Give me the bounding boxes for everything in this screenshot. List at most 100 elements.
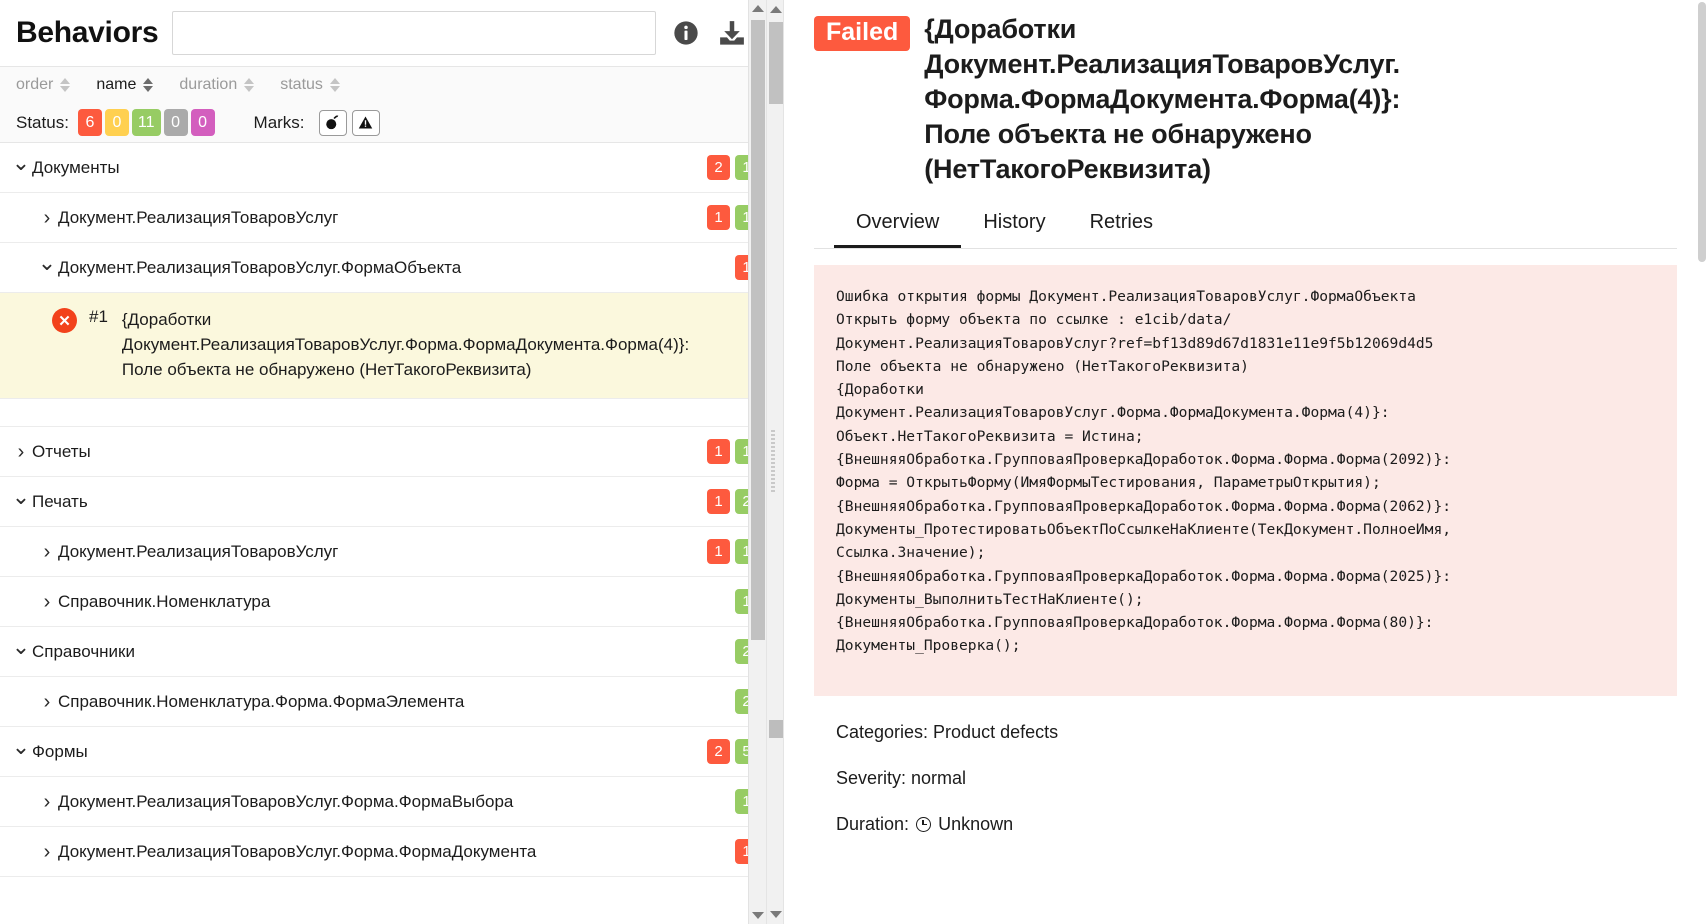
flaky-bomb-icon[interactable] [318, 109, 347, 136]
tree-row[interactable]: ⌄ Документ.РеализацияТоваровУслуг.ФормаОб… [0, 243, 766, 293]
detail-scroll-thumb-lower[interactable] [769, 720, 783, 738]
tree-row[interactable]: › Документ.РеализацияТоваровУслуг 1 1 [0, 193, 766, 243]
count-badge: 1 [707, 489, 730, 514]
filter-bar: Status: 6 0 11 0 0 Marks: [0, 103, 766, 143]
chevron-down-icon[interactable]: ⌄ [10, 735, 32, 757]
status-filter-label: Status: [16, 112, 69, 132]
duration-label: Duration: [836, 813, 910, 834]
sorter-duration[interactable]: duration [179, 76, 255, 94]
sorter-name[interactable]: name [96, 76, 154, 94]
sort-arrows-icon [329, 78, 340, 92]
tree-row-label: Справочник.Номенклатура.Форма.ФормаЭлеме… [58, 691, 465, 711]
sorter-status[interactable]: status [280, 76, 340, 94]
tree-row-label: Документ.РеализацияТоваровУслуг.Форма.Фо… [58, 791, 514, 811]
chevron-down-icon[interactable]: ⌄ [10, 485, 32, 507]
sorter-order[interactable]: order [16, 76, 71, 94]
detail-scroll-thumb[interactable] [769, 22, 783, 104]
count-badge: 1 [707, 205, 730, 230]
tab-overview[interactable]: Overview [834, 201, 962, 248]
page-scrollbar[interactable] [1697, 0, 1707, 924]
tree-row[interactable]: ⌄ Справочники 2 [0, 627, 766, 677]
search-input[interactable] [172, 11, 656, 55]
tree-row-label: Документ.РеализацияТоваровУслуг.ФормаОбъ… [58, 257, 462, 277]
detail-scroll-down-arrow-icon[interactable] [770, 911, 782, 918]
failed-test-item[interactable]: ✕ #1 {Доработки Документ.РеализацияТоваров… [0, 293, 766, 399]
marks-label: Marks: [253, 112, 305, 132]
chevron-right-icon[interactable]: › [36, 842, 58, 862]
tab-history[interactable]: History [961, 201, 1067, 248]
tree-row-label: Документы [32, 157, 120, 177]
detail-scroll-up-arrow-icon[interactable] [770, 6, 782, 13]
detail-tabs: Overview History Retries [814, 201, 1677, 249]
tree-row-label: Документ.РеализацияТоваровУслуг [58, 541, 339, 561]
chevron-right-icon[interactable]: › [36, 542, 58, 562]
tree-row-label: Документ.РеализацияТоваровУслуг.Форма.Фо… [58, 841, 537, 861]
status-chip-0[interactable]: 6 [77, 109, 102, 136]
tree-spacer [0, 399, 766, 427]
status-chip-1[interactable]: 0 [104, 109, 129, 136]
error-trace-text: Ошибка открытия формы Документ.Реализаци… [836, 288, 1452, 655]
test-title: {Доработки Документ.РеализацияТоваровУсл… [924, 14, 1401, 184]
test-detail-content: Failed {Доработки Документ.РеализацияТов… [784, 0, 1707, 924]
download-icon[interactable] [716, 17, 748, 49]
failed-cross-icon: ✕ [52, 308, 77, 333]
chevron-down-icon[interactable]: ⌄ [10, 151, 32, 173]
tree-row[interactable]: › Отчеты 1 1 [0, 427, 766, 477]
page-title: Behaviors [16, 16, 159, 49]
status-badge: Failed [814, 16, 911, 51]
page-scroll-thumb[interactable] [1698, 2, 1706, 262]
sort-arrows-icon [143, 78, 154, 92]
categories-line: Categories: Product defects [836, 721, 1059, 742]
chevron-right-icon[interactable]: › [36, 692, 58, 712]
tree-row[interactable]: › Документ.РеализацияТоваровУслуг 1 1 [0, 527, 766, 577]
behaviors-tree[interactable]: ⌄ Документы 2 1 › Документ.РеализацияТоваровУ… [0, 143, 766, 924]
tree-row[interactable]: › Справочник.Номенклатура 1 [0, 577, 766, 627]
allure-report-app: Behaviors order name duration status Sta… [0, 0, 1707, 924]
status-chip-2[interactable]: 11 [131, 109, 161, 136]
test-detail-header: Failed {Доработки Документ.РеализацияТов… [814, 12, 1677, 187]
duration-value: Unknown [938, 813, 1014, 834]
tree-row[interactable]: › Документ.РеализацияТоваровУслуг.Форма.Ф… [0, 777, 766, 827]
tree-row-label: Формы [32, 741, 88, 761]
left-scroll-thumb[interactable] [751, 20, 765, 640]
sort-arrows-icon [244, 78, 255, 92]
behaviors-header: Behaviors [0, 0, 766, 67]
test-detail-pane: Failed {Доработки Документ.РеализацияТов… [784, 0, 1707, 924]
status-chip-4[interactable]: 0 [190, 109, 215, 136]
chevron-right-icon[interactable]: › [36, 592, 58, 612]
clock-icon [916, 816, 932, 832]
left-scrollbar[interactable] [748, 0, 766, 924]
tree-row-label: Справочники [32, 641, 135, 661]
detail-scrollbar[interactable] [766, 0, 784, 924]
tree-row[interactable]: ⌄ Печать 1 2 [0, 477, 766, 527]
pane-resize-grip[interactable] [771, 430, 775, 494]
chevron-right-icon[interactable]: › [36, 792, 58, 812]
chevron-right-icon[interactable]: › [10, 442, 32, 462]
error-trace-block: Ошибка открытия формы Документ.Реализаци… [814, 265, 1677, 696]
count-badge: 1 [707, 539, 730, 564]
tree-row-label: Отчеты [32, 441, 91, 461]
tree-row[interactable]: ⌄ Формы 2 5 [0, 727, 766, 777]
test-metadata: Categories: Product defects Severity: no… [814, 696, 1677, 835]
status-chip-3[interactable]: 0 [163, 109, 188, 136]
count-badge: 2 [707, 739, 730, 764]
warning-triangle-icon[interactable] [351, 109, 380, 136]
behaviors-pane: Behaviors order name duration status Sta… [0, 0, 766, 924]
tree-row[interactable]: ⌄ Документы 2 1 [0, 143, 766, 193]
count-badge: 2 [707, 155, 730, 180]
marks-group: Marks: [253, 109, 380, 136]
status-chip-group: 6 0 11 0 0 [77, 109, 218, 136]
tab-retries[interactable]: Retries [1068, 201, 1175, 248]
tree-row-label: Печать [32, 491, 88, 511]
chevron-right-icon[interactable]: › [36, 208, 58, 228]
scroll-up-arrow-icon[interactable] [752, 5, 764, 12]
scroll-down-arrow-icon[interactable] [752, 912, 764, 919]
failed-test-number: #1 [89, 307, 108, 326]
info-circle-icon[interactable] [670, 17, 702, 49]
tree-row[interactable]: › Справочник.Номенклатура.Форма.ФормаЭлем… [0, 677, 766, 727]
chevron-down-icon[interactable]: ⌄ [10, 635, 32, 657]
sort-bar: order name duration status [0, 67, 766, 103]
chevron-down-icon[interactable]: ⌄ [36, 251, 58, 273]
tree-row[interactable]: › Документ.РеализацияТоваровУслуг.Форма.Ф… [0, 827, 766, 877]
duration-line: Duration: Unknown [836, 814, 1677, 835]
